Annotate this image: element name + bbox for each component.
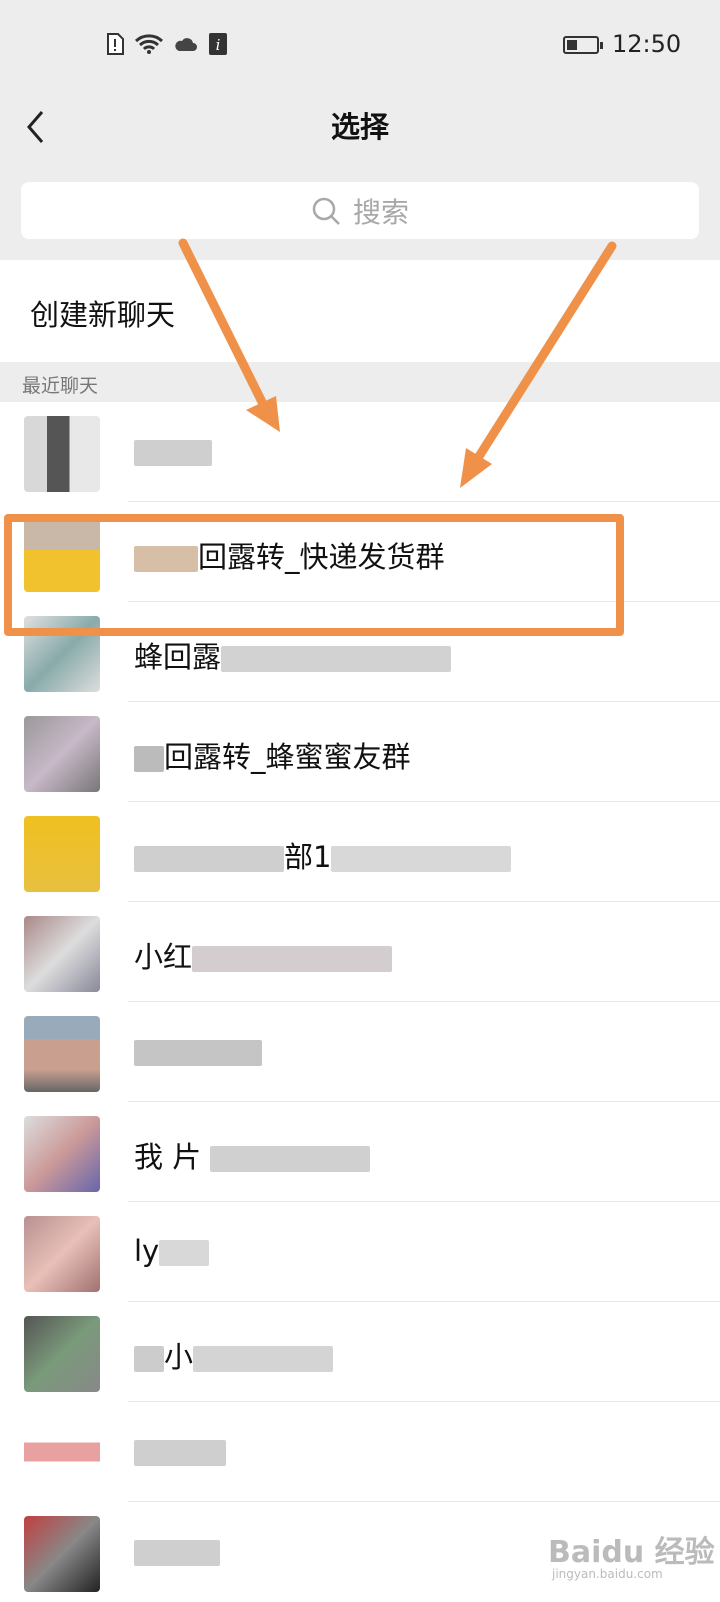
search-input[interactable]: 搜索 [21, 182, 699, 239]
create-new-chat-label: 创建新聊天 [30, 298, 176, 332]
page-title: 选择 [330, 110, 389, 144]
blurred-text [134, 1540, 220, 1566]
blurred-text [134, 1040, 262, 1066]
chat-name: 小 [134, 1334, 334, 1376]
section-header-recent: 最近聊天 [0, 362, 720, 402]
watermark-url: jingyan.baidu.com [552, 1567, 663, 1581]
battery-icon [563, 36, 603, 54]
list-item[interactable]: ly [0, 1202, 720, 1302]
chat-name [134, 434, 212, 468]
blurred-text [134, 1440, 226, 1466]
blurred-text [193, 1346, 334, 1372]
status-bar: i 12:50 [0, 0, 720, 90]
chat-name [134, 1434, 226, 1468]
chat-name: ly [134, 1234, 210, 1268]
highlight-box [4, 514, 624, 636]
chat-name: 部1 [134, 834, 512, 876]
battery-fill [567, 40, 577, 50]
blurred-text [134, 846, 284, 872]
chat-name: 我 片 [134, 1134, 371, 1176]
sim-alert-icon [107, 33, 124, 55]
create-new-chat[interactable]: 创建新聊天 [0, 262, 720, 362]
chat-name: 蜂回露 [134, 634, 452, 676]
chat-name: 小红 [134, 934, 393, 976]
blurred-text [221, 646, 452, 672]
list-item[interactable] [0, 402, 720, 502]
list-item[interactable]: 小 [0, 1302, 720, 1402]
blurred-text [159, 1240, 210, 1266]
blurred-text [192, 946, 393, 972]
chat-name [134, 1534, 220, 1568]
blurred-text [134, 746, 164, 772]
search-icon [312, 197, 340, 225]
info-icon: i [209, 33, 227, 55]
list-item[interactable]: 回露转_蜂蜜蜜友群 [0, 702, 720, 802]
chat-name [134, 1034, 262, 1068]
avatar [24, 1116, 100, 1192]
avatar [24, 816, 100, 892]
blurred-text [210, 1146, 371, 1172]
blurred-text [134, 440, 212, 466]
section-label: 最近聊天 [22, 375, 99, 397]
search-area: 搜索 [0, 180, 720, 260]
nav-header: 选择 [0, 90, 720, 180]
avatar [24, 716, 100, 792]
svg-text:i: i [216, 36, 221, 54]
status-time: 12:50 [612, 30, 682, 58]
avatar [24, 1516, 100, 1592]
wifi-icon [134, 34, 164, 54]
blurred-text [134, 1346, 164, 1372]
list-item[interactable] [0, 1002, 720, 1102]
avatar [24, 1416, 100, 1492]
search-placeholder: 搜索 [352, 195, 409, 229]
cloud-icon [175, 38, 197, 51]
avatar [24, 416, 100, 492]
watermark-logo: Baidu 经验 [548, 1535, 715, 1570]
avatar [24, 916, 100, 992]
list-item[interactable]: 小红 [0, 902, 720, 1002]
list-item[interactable] [0, 1402, 720, 1502]
avatar [24, 1316, 100, 1392]
avatar [24, 1216, 100, 1292]
avatar [24, 1016, 100, 1092]
status-icons: i [106, 32, 228, 56]
chat-name: 回露转_蜂蜜蜜友群 [134, 734, 411, 776]
list-item[interactable]: 部1 [0, 802, 720, 902]
list-item[interactable]: 我 片 [0, 1102, 720, 1202]
blurred-text [331, 846, 512, 872]
